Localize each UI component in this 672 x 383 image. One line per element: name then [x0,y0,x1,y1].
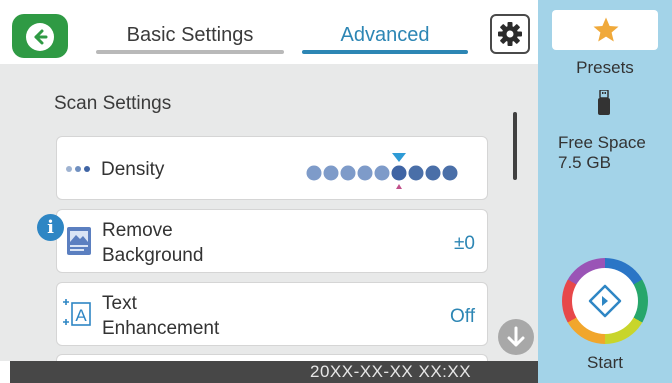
density-level-dot [374,165,390,181]
free-space-value: 7.5 GB [558,153,611,172]
remove-background-value: ±0 [454,233,475,254]
density-setting[interactable]: Density [56,136,488,200]
tab-basic-settings-underline [96,50,284,54]
scroll-down-button[interactable] [498,319,534,355]
density-level-dot [425,165,441,181]
density-level-dot [306,165,322,181]
arrow-down-icon [507,326,525,347]
density-level-dot [442,165,458,181]
density-level-dot [323,165,339,181]
density-marker-top [392,153,406,162]
remove-background-setting[interactable]: Remove Background ±0 [56,209,488,273]
start-button-face [572,268,638,334]
settings-button[interactable] [490,14,530,54]
star-icon [593,17,619,42]
section-title: Scan Settings [54,93,172,114]
text-enhancement-setting[interactable]: A Text Enhancement Off [56,282,488,346]
tab-basic-settings[interactable]: Basic Settings [96,20,284,54]
density-level-dot [357,165,373,181]
presets-label: Presets [576,58,634,77]
density-level-dot [408,165,424,181]
density-level-dot [340,165,356,181]
gear-icon [498,22,522,46]
back-button[interactable] [12,14,68,58]
text-enhancement-value: Off [450,306,475,327]
remove-background-label-line2: Background [102,245,204,266]
scrollbar[interactable] [513,112,517,180]
presets-button[interactable] [552,10,658,50]
start-diamond-icon [588,284,622,318]
tab-basic-settings-label: Basic Settings [126,24,254,46]
text-enhancement-label-line2: Enhancement [102,318,220,339]
text-enhancement-label-line1: Text [102,293,137,314]
svg-text:A: A [75,306,87,325]
tab-advanced-label: Advanced [340,24,430,46]
tab-advanced-underline [302,50,468,54]
free-space-label: Free Space [558,133,646,152]
remove-background-icon [67,227,91,255]
density-level-dot [391,165,407,181]
density-dots-icon [66,166,90,172]
tab-advanced[interactable]: Advanced [302,20,468,54]
main-panel: Scan Settings Density Remove Background … [0,64,538,374]
info-icon[interactable]: i [37,214,64,241]
density-label: Density [101,159,165,180]
density-marker-bottom [396,184,402,189]
text-enhancement-icon: A [63,299,91,326]
status-datetime: 20XX-XX-XX XX:XX [310,362,472,381]
start-label: Start [587,353,623,372]
remove-background-label-line1: Remove [102,220,173,241]
density-scale [306,153,458,189]
back-arrow-icon [26,23,54,51]
top-bar: Basic Settings Advanced [0,0,538,64]
status-bar: 20XX-XX-XX XX:XX [10,361,538,383]
side-panel: Presets Free Space 7.5 GB Start [538,0,672,383]
usb-drive-icon [598,90,610,115]
start-button[interactable] [562,258,648,344]
